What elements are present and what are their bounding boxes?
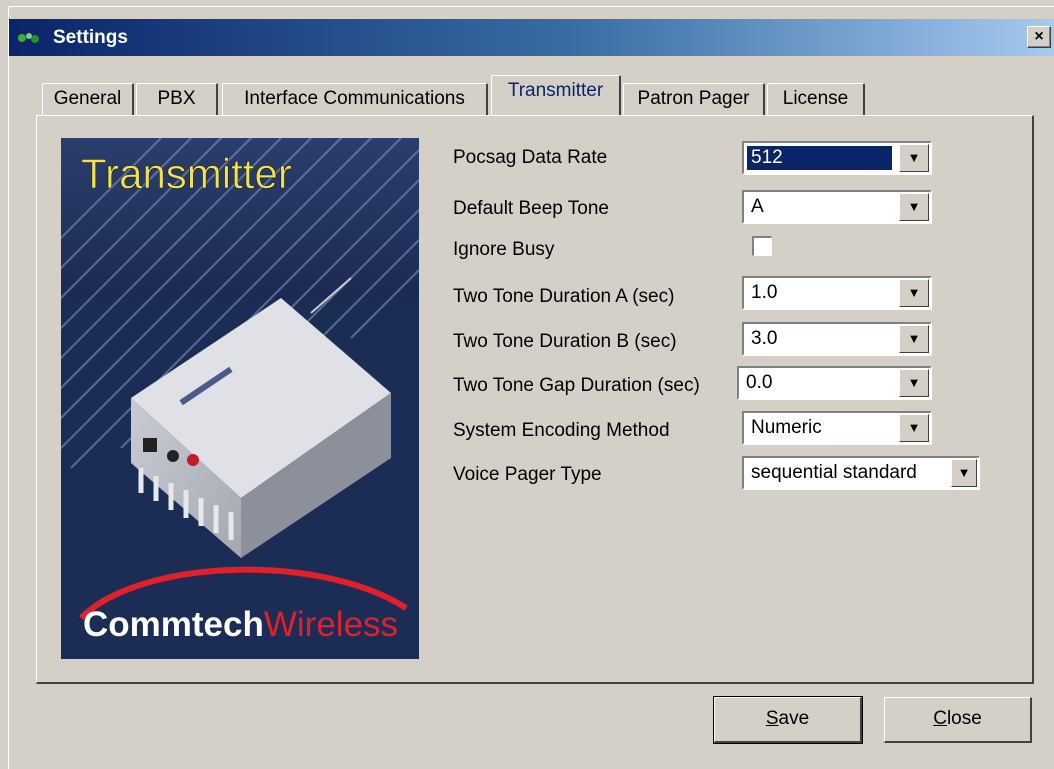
transmitter-product-image: Transmitter CommtechWireless (61, 138, 419, 659)
tab-pbx[interactable]: PBX (136, 83, 218, 115)
two-tone-duration-b-value: 3.0 (751, 328, 778, 349)
dropdown-arrow-icon[interactable]: ▼ (899, 414, 929, 442)
save-mnemonic: S (765, 708, 779, 729)
close-button[interactable]: Close (884, 697, 1032, 743)
dropdown-arrow-icon[interactable]: ▼ (899, 325, 929, 353)
dropdown-arrow-icon[interactable]: ▼ (899, 193, 929, 221)
tab-interface-communications[interactable]: Interface Communications (222, 83, 488, 115)
default-beep-tone-select[interactable]: A ▼ (742, 190, 932, 224)
svg-text:CommtechWireless: CommtechWireless (83, 605, 398, 644)
title-bar[interactable]: Settings × (9, 19, 1054, 56)
ignore-busy-checkbox[interactable] (752, 236, 772, 256)
dropdown-arrow-icon[interactable]: ▼ (951, 459, 977, 487)
window-title: Settings (53, 27, 128, 48)
pocsag-data-rate-label: Pocsag Data Rate (453, 147, 608, 168)
app-icon (18, 33, 39, 43)
two-tone-duration-a-label: Two Tone Duration A (sec) (453, 286, 675, 307)
voice-pager-type-select[interactable]: sequential standard ▼ (742, 456, 980, 490)
two-tone-duration-b-select[interactable]: 3.0 ▼ (742, 322, 932, 356)
close-label: lose (946, 708, 982, 729)
brand-commtech: Commtech (83, 605, 264, 644)
two-tone-duration-b-label: Two Tone Duration B (sec) (453, 331, 677, 352)
dropdown-arrow-icon[interactable]: ▼ (899, 279, 929, 307)
ignore-busy-label: Ignore Busy (453, 239, 555, 260)
voice-pager-type-value: sequential standard (751, 462, 917, 483)
default-beep-tone-value: A (751, 196, 764, 217)
system-encoding-method-select[interactable]: Numeric ▼ (742, 411, 932, 445)
two-tone-duration-a-value: 1.0 (751, 282, 778, 303)
tab-transmitter[interactable]: Transmitter (491, 75, 621, 115)
two-tone-gap-duration-label: Two Tone Gap Duration (sec) (453, 375, 700, 396)
system-encoding-method-label: System Encoding Method (453, 420, 670, 441)
default-beep-tone-label: Default Beep Tone (453, 198, 609, 219)
voice-pager-type-label: Voice Pager Type (453, 464, 602, 485)
brand-wireless: Wireless (264, 605, 398, 644)
two-tone-duration-a-select[interactable]: 1.0 ▼ (742, 276, 932, 310)
dropdown-arrow-icon[interactable]: ▼ (899, 369, 929, 397)
close-window-button[interactable]: × (1027, 26, 1051, 48)
save-button[interactable]: Save (713, 696, 863, 744)
two-tone-gap-duration-select[interactable]: 0.0 ▼ (737, 366, 932, 400)
two-tone-gap-duration-value: 0.0 (746, 372, 773, 393)
close-mnemonic: C (933, 708, 947, 729)
system-encoding-method-value: Numeric (751, 417, 822, 438)
hero-title: Transmitter (81, 150, 292, 197)
save-label: ave (778, 708, 810, 729)
tab-patron-pager[interactable]: Patron Pager (623, 83, 765, 115)
pocsag-data-rate-select[interactable]: 512 ▼ (742, 141, 932, 175)
tab-general[interactable]: General (42, 83, 134, 115)
tab-license[interactable]: License (767, 83, 865, 115)
dropdown-arrow-icon[interactable]: ▼ (899, 144, 929, 172)
pocsag-data-rate-value: 512 (747, 146, 892, 170)
